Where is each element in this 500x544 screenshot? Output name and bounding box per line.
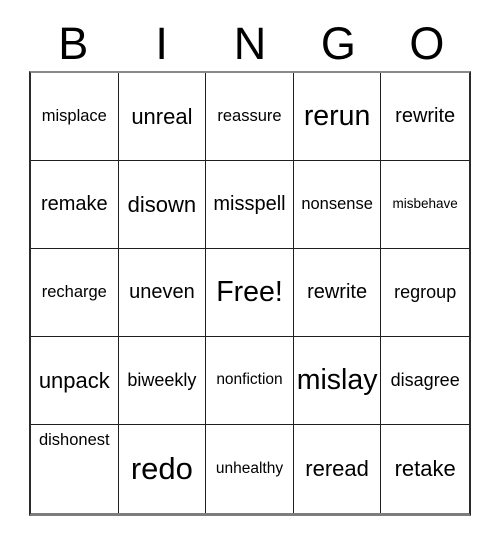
bingo-grid: misplace unreal reassure rerun rewrite remake… (29, 71, 471, 516)
bingo-header-letter-i: I (155, 17, 168, 69)
bingo-cell[interactable]: uneven (118, 249, 207, 337)
bingo-cell-label: biweekly (127, 370, 197, 391)
bingo-cell[interactable]: nonsense (293, 161, 382, 249)
bingo-cell-label: nonfiction (216, 371, 283, 389)
bingo-cell-label: retake (394, 456, 456, 482)
bingo-cell-label: uneven (129, 281, 195, 303)
bingo-cell-label: rewrite (307, 281, 368, 303)
bingo-cell-label: unpack (38, 367, 110, 393)
bingo-cell[interactable]: reread (293, 425, 382, 513)
bingo-cell[interactable]: recharge (31, 249, 119, 337)
bingo-cell[interactable]: rewrite (381, 73, 469, 161)
bingo-cell-label: reread (305, 456, 369, 482)
bingo-cell-label: dishonest (38, 431, 110, 449)
bingo-cell[interactable]: disagree (381, 337, 469, 425)
bingo-cell[interactable]: misbehave (381, 161, 469, 249)
bingo-cell[interactable]: unreal (118, 73, 207, 161)
bingo-cell-label: unhealthy (215, 459, 284, 477)
bingo-cell[interactable]: nonfiction (206, 337, 294, 425)
bingo-cell-label: redo (130, 450, 193, 486)
bingo-cell-label: misplace (41, 106, 107, 125)
bingo-card: B I N G O misplace unreal reassure rerun rew… (0, 0, 500, 544)
bingo-cell[interactable]: rerun (293, 73, 382, 161)
bingo-cell-label: disown (127, 191, 197, 217)
bingo-cell[interactable]: reassure (206, 73, 294, 161)
bingo-cell[interactable]: unpack (31, 337, 119, 425)
bingo-cell-label: nonsense (301, 194, 373, 213)
bingo-header-letter-b: B (58, 17, 89, 69)
bingo-cell[interactable]: misplace (31, 73, 119, 161)
bingo-cell[interactable]: remake (31, 161, 119, 249)
bingo-cell-label: unreal (131, 103, 193, 129)
bingo-cell-label: regroup (394, 282, 457, 303)
bingo-header-letter-o: O (409, 17, 445, 69)
bingo-cell-label: misspell (213, 193, 286, 215)
bingo-cell[interactable]: disown (118, 161, 207, 249)
bingo-header-row: B I N G O (29, 14, 471, 72)
bingo-header-letter-n: N (233, 17, 267, 69)
bingo-cell-label: rewrite (395, 105, 456, 127)
bingo-cell[interactable]: unhealthy (206, 425, 294, 513)
bingo-cell[interactable]: rewrite (293, 249, 382, 337)
bingo-cell-label: remake (40, 193, 108, 215)
bingo-cell[interactable]: regroup (381, 249, 469, 337)
bingo-cell[interactable]: redo (118, 425, 207, 513)
bingo-cell-label: recharge (41, 282, 107, 301)
bingo-cell-label: mislay (296, 363, 378, 396)
bingo-cell[interactable]: misspell (206, 161, 294, 249)
bingo-cell-label: rerun (303, 99, 371, 132)
bingo-cell-label: reassure (217, 106, 282, 125)
bingo-cell[interactable]: dishonest (31, 425, 119, 513)
bingo-cell-label: misbehave (392, 196, 458, 212)
bingo-cell-label: Free! (216, 275, 283, 308)
bingo-cell-label: disagree (390, 370, 460, 391)
bingo-cell[interactable]: mislay (293, 337, 382, 425)
bingo-cell[interactable]: retake (381, 425, 469, 513)
bingo-free-space-cell[interactable]: Free! (206, 249, 294, 337)
bingo-cell[interactable]: biweekly (118, 337, 207, 425)
bingo-header-letter-g: G (320, 17, 356, 69)
